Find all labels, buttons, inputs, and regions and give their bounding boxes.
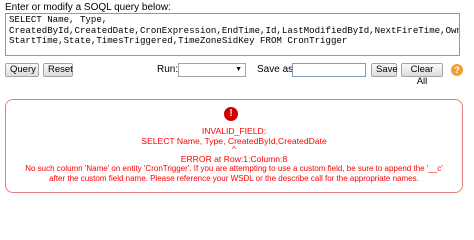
query-button[interactable]: Query [5, 63, 39, 77]
save-as-input[interactable] [292, 63, 366, 77]
error-caret: ^ [231, 144, 237, 154]
save-button[interactable]: Save [371, 63, 398, 77]
help-icon[interactable]: ? [451, 64, 463, 76]
error-message-line-2: after the custom field name. Please refe… [49, 174, 419, 183]
error-icon: ! [224, 107, 238, 121]
clear-all-button[interactable]: Clear All [401, 63, 443, 87]
run-select[interactable]: ▼ [178, 63, 246, 77]
save-as-label: Save as: [257, 64, 296, 75]
chevron-down-icon: ▼ [235, 66, 242, 73]
soql-query-textarea[interactable]: SELECT Name, Type, CreatedById,CreatedDa… [5, 13, 460, 56]
run-label: Run: [157, 64, 179, 75]
reset-button[interactable]: Reset [43, 63, 73, 77]
error-location: ERROR at Row:1:Column:8 [180, 154, 288, 164]
query-prompt-label: Enter or modify a SOQL query below: [5, 2, 171, 13]
error-title: INVALID_FIELD: [201, 126, 267, 136]
error-message-line-1: No such column 'Name' on entity 'CronTri… [25, 164, 443, 173]
